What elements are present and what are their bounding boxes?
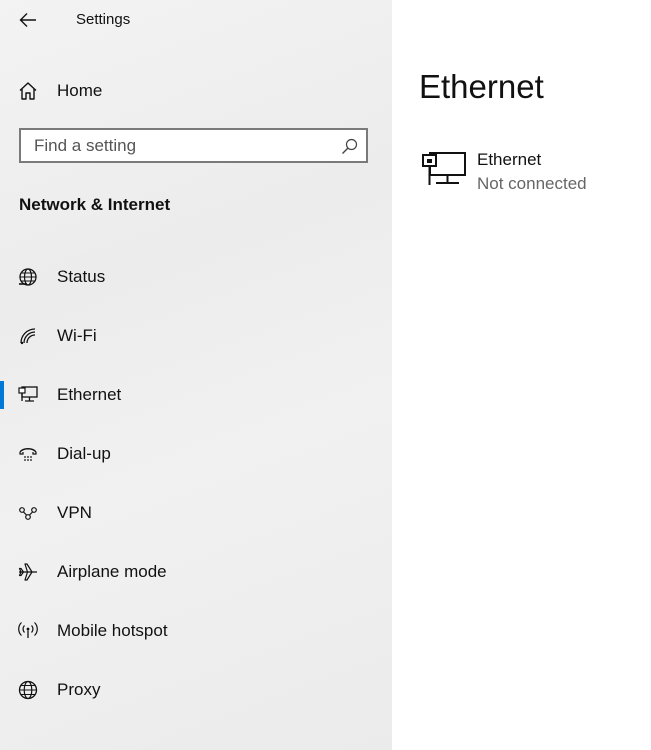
ethernet-connection-item[interactable]: Ethernet Not connected <box>422 148 637 198</box>
nav-item-status[interactable]: Status <box>0 257 392 297</box>
globe-icon <box>18 680 38 700</box>
dialup-icon <box>19 448 37 461</box>
hotspot-icon <box>18 622 38 638</box>
search-input[interactable] <box>21 130 344 161</box>
back-arrow-icon <box>19 13 36 27</box>
nav-item-hotspot[interactable]: Mobile hotspot <box>0 611 392 651</box>
nav-label-hotspot: Mobile hotspot <box>57 621 168 640</box>
ethernet-icon <box>18 386 38 402</box>
back-button[interactable] <box>16 8 40 32</box>
connection-name: Ethernet <box>477 150 542 169</box>
wifi-icon <box>20 328 36 345</box>
globe-status-icon <box>19 268 37 286</box>
nav-label-airplane: Airplane mode <box>57 562 167 581</box>
nav-item-airplane[interactable]: Airplane mode <box>0 552 392 592</box>
sidebar: Settings Home Network & Internet Status <box>0 0 392 750</box>
search-icon[interactable] <box>341 138 358 155</box>
nav-item-wifi[interactable]: Wi-Fi <box>0 316 392 356</box>
home-label: Home <box>57 81 103 100</box>
nav-label-status: Status <box>57 267 106 286</box>
nav-label-proxy: Proxy <box>57 680 101 699</box>
nav-item-ethernet[interactable]: Ethernet <box>0 375 392 415</box>
page-title: Ethernet <box>419 68 544 105</box>
main-content: Ethernet Ethernet Not connected <box>392 0 651 750</box>
section-title: Network & Internet <box>19 195 171 214</box>
nav-label-dialup: Dial-up <box>57 444 111 463</box>
connection-status: Not connected <box>477 174 587 193</box>
airplane-icon <box>18 563 37 581</box>
home-nav-item[interactable]: Home <box>18 78 102 104</box>
search-box <box>19 128 368 163</box>
home-icon <box>19 82 37 100</box>
vpn-icon <box>19 507 37 520</box>
nav-item-proxy[interactable]: Proxy <box>0 670 392 710</box>
ethernet-network-icon <box>422 152 466 185</box>
app-title: Settings <box>76 11 131 28</box>
nav-label-wifi: Wi-Fi <box>57 326 97 345</box>
nav-label-ethernet: Ethernet <box>57 385 122 404</box>
nav-item-vpn[interactable]: VPN <box>0 493 392 533</box>
nav-label-vpn: VPN <box>57 503 92 522</box>
nav-item-dialup[interactable]: Dial-up <box>0 434 392 474</box>
